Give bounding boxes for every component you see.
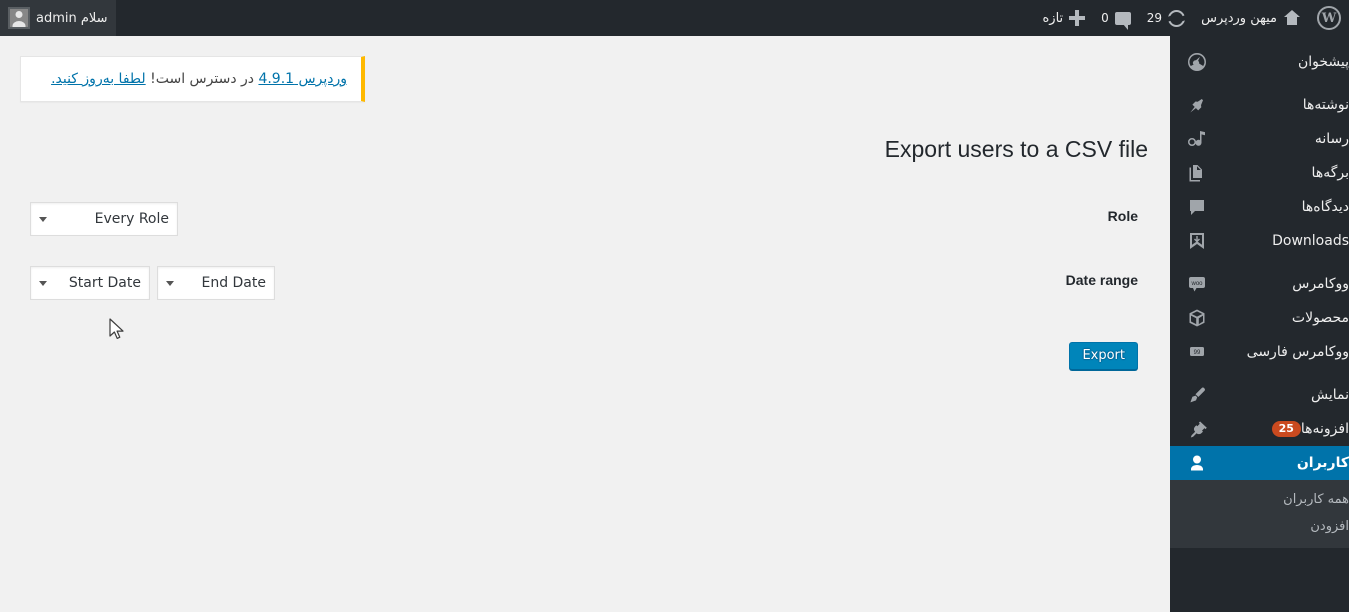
sidebar-item-downloads[interactable]: Downloads: [1170, 224, 1349, 258]
form-row-role: Role Every Role: [20, 187, 1148, 251]
users-icon: [1180, 453, 1214, 473]
sidebar-item-label: نوشته‌ها: [1302, 97, 1349, 113]
site-name-label: میهن وردپرس: [1201, 10, 1277, 26]
products-icon: [1180, 308, 1214, 328]
sidebar-item-label: محصولات: [1291, 310, 1349, 326]
end-date-select-wrapper: End Date: [157, 266, 275, 301]
export-button[interactable]: Export: [1069, 342, 1138, 371]
svg-text:99: 99: [1194, 350, 1201, 356]
sidebar-subitem-all-users[interactable]: همه کاربران: [1170, 486, 1349, 513]
sidebar-item-media[interactable]: رسانه: [1170, 122, 1349, 156]
form-row-date-range: Date range End Date Start Date: [20, 251, 1148, 315]
admin-bar-comments[interactable]: 0: [1093, 0, 1139, 36]
role-field-group: Every Role: [30, 202, 928, 237]
sidebar-separator-3: [1170, 369, 1349, 378]
date-range-label: Date range: [1065, 272, 1138, 289]
admin-bar-updates[interactable]: 29: [1139, 0, 1193, 36]
end-date-select[interactable]: End Date: [157, 266, 275, 301]
avatar: [8, 7, 30, 29]
admin-bar: W میهن وردپرس 29 0 تازه سلام admin: [0, 0, 1349, 36]
sidebar-item-comments[interactable]: دیدگاه‌ها: [1170, 190, 1349, 224]
plugins-update-badge: 25: [1271, 420, 1301, 438]
comments-count: 0: [1101, 11, 1109, 25]
content-body: وردپرس 4.9.1 در دسترس است! لطفا به‌روز ک…: [0, 56, 1170, 380]
update-notice-version-link[interactable]: وردپرس 4.9.1: [258, 71, 347, 87]
sidebar-item-label: ووکامرس فارسی: [1246, 344, 1349, 360]
appearance-icon: [1180, 385, 1214, 405]
admin-bar-wp-logo[interactable]: W: [1309, 0, 1349, 36]
home-icon: [1283, 10, 1301, 26]
dashboard-icon: [1180, 52, 1214, 72]
sidebar-separator-1: [1170, 79, 1349, 88]
updates-count: 29: [1146, 11, 1163, 25]
plus-icon: [1069, 10, 1086, 26]
update-notice-update-link[interactable]: لطفا به‌روز کنید.: [51, 71, 146, 87]
content-area: وردپرس 4.9.1 در دسترس است! لطفا به‌روز ک…: [0, 36, 1170, 612]
media-icon: [1180, 129, 1214, 149]
woo-farsi-icon: 99: [1180, 342, 1214, 362]
admin-bar-new-content[interactable]: تازه: [1034, 0, 1093, 36]
comments-icon: [1180, 197, 1214, 217]
admin-bar-site-name[interactable]: میهن وردپرس: [1193, 0, 1309, 36]
sidebar-item-label: ووکامرس: [1292, 276, 1349, 292]
sidebar-submenu-users: همه کاربران افزودن: [1170, 480, 1349, 548]
sidebar-item-pages[interactable]: برگه‌ها: [1170, 156, 1349, 190]
pages-icon: [1180, 163, 1214, 183]
update-icon: [1168, 9, 1186, 27]
sidebar-item-products[interactable]: محصولات: [1170, 301, 1349, 335]
export-users-form: Role Every Role Date range End Date Star…: [20, 187, 1148, 380]
sidebar: پیشخوان نوشته‌ها رسانه برگه‌ها دیدگاه‌ها…: [1170, 36, 1349, 612]
pin-icon: [1180, 95, 1214, 115]
date-range-field-group: End Date Start Date: [30, 266, 928, 301]
plugins-icon: [1180, 419, 1214, 439]
sidebar-item-label: رسانه: [1314, 131, 1349, 147]
role-select-wrapper: Every Role: [30, 202, 178, 237]
svg-text:woo: woo: [1190, 281, 1203, 287]
sidebar-separator-2: [1170, 258, 1349, 267]
woo-icon: woo: [1180, 274, 1214, 294]
comment-icon: [1114, 11, 1131, 30]
sidebar-item-appearance[interactable]: نمایش: [1170, 378, 1349, 412]
sidebar-item-label: نمایش: [1310, 387, 1349, 403]
admin-bar-left-group: سلام admin: [0, 0, 116, 36]
wordpress-logo-icon: W: [1317, 6, 1341, 30]
sidebar-subitem-add-new[interactable]: افزودن: [1170, 513, 1349, 540]
sidebar-item-label: کاربران: [1296, 455, 1349, 471]
downloads-icon: [1180, 231, 1214, 251]
sidebar-item-label: برگه‌ها: [1311, 165, 1349, 181]
sidebar-item-label: افزونه‌ها25: [1214, 420, 1349, 438]
sidebar-item-woocommerce-farsi[interactable]: 99 ووکامرس فارسی: [1170, 335, 1349, 369]
submit-row: Export: [20, 328, 1148, 380]
role-select[interactable]: Every Role: [30, 202, 178, 237]
form-table: Role Every Role Date range End Date Star…: [20, 187, 1148, 315]
sidebar-item-label: دیدگاه‌ها: [1301, 199, 1349, 215]
sidebar-item-dashboard[interactable]: پیشخوان: [1170, 45, 1349, 79]
sidebar-spacer-top: [1170, 36, 1349, 45]
page-title: Export users to a CSV file: [884, 136, 1148, 163]
sidebar-item-label: پیشخوان: [1297, 54, 1349, 70]
admin-bar-my-account[interactable]: سلام admin: [0, 0, 116, 36]
sidebar-item-users[interactable]: کاربران: [1170, 446, 1349, 480]
role-label: Role: [1107, 208, 1138, 225]
sidebar-item-plugins[interactable]: افزونه‌ها25: [1170, 412, 1349, 446]
admin-bar-right-group: W میهن وردپرس 29 0 تازه: [1034, 0, 1349, 36]
sidebar-item-label: Downloads: [1272, 233, 1349, 249]
sidebar-item-posts[interactable]: نوشته‌ها: [1170, 88, 1349, 122]
sidebar-item-woocommerce[interactable]: woo ووکامرس: [1170, 267, 1349, 301]
new-content-label: تازه: [1042, 10, 1064, 26]
update-notice: وردپرس 4.9.1 در دسترس است! لطفا به‌روز ک…: [20, 56, 365, 103]
start-date-select-wrapper: Start Date: [30, 266, 150, 301]
howdy-label: سلام admin: [36, 10, 108, 26]
start-date-select[interactable]: Start Date: [30, 266, 150, 301]
update-notice-text: در دسترس است!: [145, 71, 259, 87]
